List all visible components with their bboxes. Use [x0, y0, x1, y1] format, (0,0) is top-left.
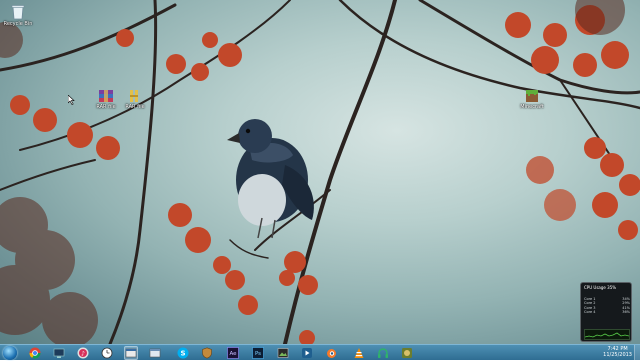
- minecraft-grass-block-icon: [526, 90, 538, 102]
- taskbar-app-shield[interactable]: [200, 346, 214, 360]
- mouse-cursor-icon: [68, 95, 75, 105]
- desktop-icon-rar-file[interactable]: RAR file: [115, 89, 155, 110]
- headphones-icon: [378, 348, 388, 358]
- taskbar-app-photoshop[interactable]: Ps: [251, 346, 265, 360]
- taskbar-app-blender[interactable]: [324, 346, 338, 360]
- clock-date: 11/25/2013: [603, 352, 632, 358]
- cpu-gadget-title: CPU Usage 35%: [584, 285, 617, 290]
- winrar-archive-icon: [130, 90, 138, 102]
- taskbar-app-monitor[interactable]: [52, 346, 66, 360]
- window-icon: [149, 348, 161, 358]
- taskbar-app-chrome[interactable]: [28, 346, 42, 360]
- taskbar-app-media[interactable]: [300, 346, 314, 360]
- clock-icon: [101, 347, 113, 359]
- image-icon: [277, 348, 289, 358]
- cpu-usage-graph: [584, 329, 630, 340]
- vlc-icon: [354, 348, 364, 358]
- cpu-usage-percent: 35%: [607, 285, 617, 290]
- shield-icon: [202, 347, 212, 359]
- chrome-icon: [29, 347, 41, 359]
- svg-text:S: S: [180, 349, 185, 357]
- taskbar-app-headphones[interactable]: [376, 346, 390, 360]
- taskbar-app-clock[interactable]: [100, 346, 114, 360]
- recycle-bin-icon: [11, 5, 25, 20]
- game-icon: [402, 348, 412, 358]
- svg-text:Ae: Ae: [229, 351, 237, 357]
- taskbar-app-window[interactable]: [148, 346, 162, 360]
- window-icon: [125, 348, 137, 358]
- desktop-icon-label: Recycle Bin: [3, 21, 33, 27]
- desktop-icon-label: Minecraft: [520, 104, 544, 110]
- cpu-core-table: Core 1 34% Core 2 29% Core 3 41% Core 4 36%: [584, 297, 630, 315]
- desktop-icon-recycle-bin[interactable]: Recycle Bin: [0, 4, 38, 27]
- taskbar: ♪ S Ae Ps 7:42 PM 11/25/2013: [0, 344, 640, 361]
- taskbar-app-vlc[interactable]: [352, 346, 366, 360]
- svg-text:♪: ♪: [81, 350, 85, 357]
- taskbar-app-image-viewer[interactable]: [276, 346, 290, 360]
- svg-text:Ps: Ps: [255, 351, 261, 357]
- photoshop-icon: Ps: [252, 347, 264, 359]
- skype-icon: S: [177, 347, 189, 359]
- system-tray: 7:42 PM 11/25/2013: [548, 345, 640, 361]
- desktop-icon-label: RAR file: [125, 104, 145, 110]
- media-icon: [302, 348, 312, 358]
- taskbar-app-desktop-window[interactable]: [124, 346, 138, 360]
- taskbar-app-after-effects[interactable]: Ae: [226, 346, 240, 360]
- desktop-icon-minecraft[interactable]: Minecraft: [512, 89, 552, 110]
- cpu-core-row: Core 4 36%: [584, 310, 630, 315]
- start-button[interactable]: [3, 346, 17, 360]
- winrar-archive-icon: [99, 90, 113, 102]
- blender-icon: [327, 349, 336, 358]
- taskbar-app-skype[interactable]: S: [176, 346, 190, 360]
- itunes-icon: ♪: [77, 347, 89, 359]
- cpu-usage-gadget[interactable]: CPU Usage 35% Core 1 34% Core 2 29% Core 3…: [580, 282, 632, 342]
- taskbar-app-itunes[interactable]: ♪: [76, 346, 90, 360]
- after-effects-icon: Ae: [227, 347, 239, 359]
- monitor-icon: [53, 348, 65, 358]
- desktop[interactable]: Recycle Bin RAR file RAR file Minecraft …: [0, 0, 640, 344]
- wallpaper-bird-on-branch: [0, 0, 640, 344]
- show-desktop-button[interactable]: [634, 345, 640, 361]
- desktop-icon-label: RAR file: [96, 104, 116, 110]
- taskbar-clock[interactable]: 7:42 PM 11/25/2013: [603, 346, 632, 358]
- taskbar-app-game[interactable]: [400, 346, 414, 360]
